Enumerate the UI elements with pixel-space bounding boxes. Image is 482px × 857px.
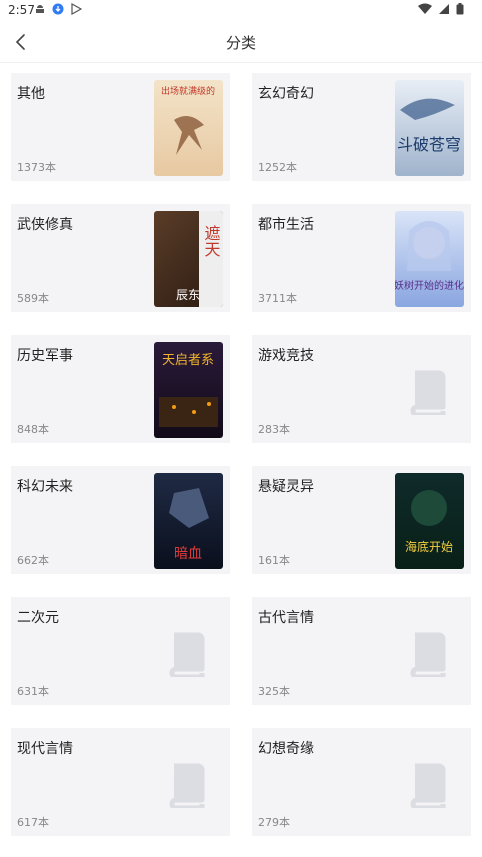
category-name: 游戏竞技 — [258, 348, 314, 364]
cover-title: 出场就满级的 — [161, 85, 215, 97]
play-store-icon — [71, 3, 82, 15]
category-count: 325本 — [258, 685, 290, 698]
category-card-ancient-romance[interactable]: 古代言情 325本 — [252, 597, 471, 705]
download-icon — [52, 3, 64, 15]
category-name: 武侠修真 — [17, 217, 73, 233]
category-name: 都市生活 — [258, 217, 314, 233]
book-placeholder-icon — [410, 632, 446, 677]
status-time: 2:57 — [8, 3, 35, 17]
battery-icon — [456, 3, 464, 15]
category-count: 1252本 — [258, 161, 297, 174]
cover-title: 妖树开始的进化 — [395, 279, 464, 292]
category-count: 631本 — [17, 685, 49, 698]
book-placeholder-icon — [410, 763, 446, 808]
cover-title: 斗破苍穹 — [397, 135, 461, 154]
category-name: 历史军事 — [17, 348, 73, 364]
book-cover: 妖树开始的进化 — [395, 211, 464, 307]
category-card-other[interactable]: 其他 1373本 出场就满级的 — [11, 73, 230, 181]
category-card-fantasy[interactable]: 玄幻奇幻 1252本 斗破苍穹 — [252, 73, 471, 181]
book-cover: 斗破苍穹 — [395, 80, 464, 176]
book-placeholder-icon — [169, 763, 205, 808]
cover-title: 遮天 — [202, 225, 221, 257]
category-card-wuxia[interactable]: 武侠修真 589本 遮天 辰东 — [11, 204, 230, 312]
wifi-icon — [418, 3, 432, 14]
category-name: 古代言情 — [258, 610, 314, 626]
category-card-gaming[interactable]: 游戏竞技 283本 — [252, 335, 471, 443]
book-placeholder-icon — [410, 370, 446, 415]
category-name: 现代言情 — [17, 741, 73, 757]
category-card-modern-romance[interactable]: 现代言情 617本 — [11, 728, 230, 836]
book-cover: 暗血 — [154, 473, 223, 569]
category-count: 589本 — [17, 292, 49, 305]
cover-title: 暗血 — [174, 546, 202, 562]
category-count: 161本 — [258, 554, 290, 567]
book-cover: 遮天 辰东 — [154, 211, 223, 307]
book-cover: 天启者系 — [154, 342, 223, 438]
cover-title: 海底开始 — [405, 539, 453, 554]
android-icon — [36, 5, 44, 13]
book-placeholder-icon — [169, 632, 205, 677]
category-count: 283本 — [258, 423, 290, 436]
cover-title: 天启者系 — [162, 353, 214, 368]
category-name: 二次元 — [17, 610, 59, 626]
category-card-fantasy-romance[interactable]: 幻想奇缘 279本 — [252, 728, 471, 836]
category-name: 悬疑灵异 — [258, 479, 314, 495]
book-cover: 出场就满级的 — [154, 80, 223, 176]
category-count: 279本 — [258, 816, 290, 829]
category-name: 其他 — [17, 86, 45, 102]
category-name: 玄幻奇幻 — [258, 86, 314, 102]
status-icons-right — [418, 3, 464, 15]
status-icons-left — [34, 3, 82, 15]
category-count: 3711本 — [258, 292, 297, 305]
category-card-scifi[interactable]: 科幻未来 662本 暗血 — [11, 466, 230, 574]
category-name: 科幻未来 — [17, 479, 73, 495]
category-count: 617本 — [17, 816, 49, 829]
cover-author: 辰东 — [176, 288, 200, 302]
category-count: 848本 — [17, 423, 49, 436]
book-cover: 海底开始 — [395, 473, 464, 569]
category-card-mystery[interactable]: 悬疑灵异 161本 海底开始 — [252, 466, 471, 574]
signal-icon — [439, 4, 449, 14]
status-bar: 2:57 — [0, 0, 482, 22]
header: 分类 — [0, 22, 482, 63]
page-title: 分类 — [225, 34, 256, 52]
category-card-history[interactable]: 历史军事 848本 天启者系 — [11, 335, 230, 443]
category-card-acg[interactable]: 二次元 631本 — [11, 597, 230, 705]
category-count: 662本 — [17, 554, 49, 567]
category-name: 幻想奇缘 — [258, 741, 314, 757]
category-card-urban[interactable]: 都市生活 3711本 妖树开始的进化 — [252, 204, 471, 312]
category-count: 1373本 — [17, 161, 56, 174]
